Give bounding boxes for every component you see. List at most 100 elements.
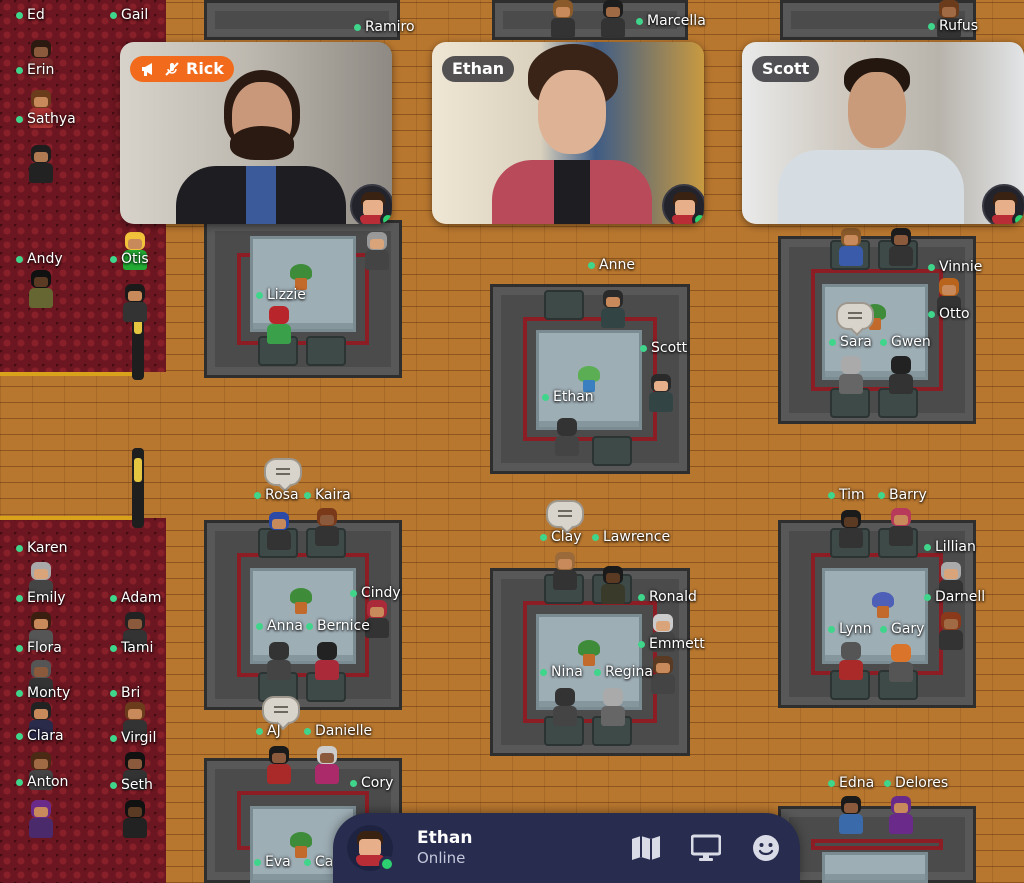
player-name-tag[interactable]: Tim xyxy=(828,487,865,503)
player-name-tag[interactable]: Cory xyxy=(350,775,393,791)
self-avatar[interactable] xyxy=(347,825,395,872)
avatar[interactable] xyxy=(886,356,916,394)
avatar[interactable] xyxy=(264,512,294,550)
video-person xyxy=(492,42,652,224)
player-name-tag[interactable]: Lawrence xyxy=(592,529,670,545)
player-name-tag[interactable]: Sathya xyxy=(16,111,76,127)
avatar[interactable] xyxy=(312,746,342,784)
player-name-tag[interactable]: Kaira xyxy=(304,487,351,503)
self-info[interactable]: Ethan Online xyxy=(417,828,472,868)
player-name-tag[interactable]: Vinnie xyxy=(928,259,982,275)
player-name-tag[interactable]: Bri xyxy=(110,685,140,701)
player-name-tag[interactable]: Ramiro xyxy=(354,19,415,35)
online-dot xyxy=(928,263,935,271)
player-name-tag[interactable]: Regina xyxy=(594,664,653,680)
player-name-tag[interactable]: Virgil xyxy=(110,730,156,746)
player-name-tag[interactable]: Lillian xyxy=(924,539,976,555)
avatar[interactable] xyxy=(598,290,628,328)
player-name-tag[interactable]: Seth xyxy=(110,777,153,793)
player-name-tag[interactable]: Tami xyxy=(110,640,153,656)
avatar[interactable] xyxy=(312,642,342,680)
map-button[interactable] xyxy=(630,832,662,864)
avatar[interactable] xyxy=(836,796,866,834)
avatar[interactable] xyxy=(886,508,916,546)
avatar[interactable] xyxy=(550,552,580,590)
online-dot xyxy=(354,23,361,31)
online-dot xyxy=(16,644,23,652)
avatar[interactable] xyxy=(598,566,628,604)
player-name-tag[interactable]: Monty xyxy=(16,685,70,701)
emoji-button[interactable] xyxy=(750,832,782,864)
avatar[interactable] xyxy=(120,284,150,322)
avatar[interactable] xyxy=(836,356,866,394)
avatar[interactable] xyxy=(886,796,916,834)
avatar[interactable] xyxy=(362,232,392,270)
player-name-tag[interactable]: Marcella xyxy=(636,13,706,29)
player-name-tag[interactable]: Rufus xyxy=(928,18,978,34)
screen-share-button[interactable] xyxy=(690,832,722,864)
player-name-tag[interactable]: Gary xyxy=(880,621,924,637)
avatar[interactable] xyxy=(836,642,866,680)
avatar[interactable] xyxy=(312,508,342,546)
avatar[interactable] xyxy=(598,688,628,726)
player-name-tag[interactable]: Bernice xyxy=(306,618,370,634)
avatar[interactable] xyxy=(548,0,578,38)
video-tile-rick[interactable]: Rick xyxy=(120,42,392,224)
player-name-tag[interactable]: Anne xyxy=(588,257,635,273)
player-name-tag[interactable]: Scott xyxy=(640,340,687,356)
player-name-tag[interactable]: Eva xyxy=(254,854,291,870)
player-name-tag[interactable]: Ed xyxy=(16,7,45,23)
avatar[interactable] xyxy=(886,644,916,682)
avatar[interactable] xyxy=(550,688,580,726)
video-tile-scott[interactable]: Scott xyxy=(742,42,1024,224)
avatar[interactable] xyxy=(836,510,866,548)
avatar[interactable] xyxy=(836,228,866,266)
player-name-tag[interactable]: Cindy xyxy=(350,585,401,601)
avatar[interactable] xyxy=(264,746,294,784)
player-name-tag[interactable]: Danielle xyxy=(304,723,372,739)
player-name-tag[interactable]: Rosa xyxy=(254,487,299,503)
player-name-tag[interactable]: Lynn xyxy=(828,621,872,637)
player-name-tag[interactable]: Adam xyxy=(110,590,161,606)
player-name-tag[interactable]: Sara xyxy=(829,334,872,350)
player-name-tag[interactable]: Darnell xyxy=(924,589,985,605)
player-name-tag[interactable]: Andy xyxy=(16,251,63,267)
player-name-tag[interactable]: Barry xyxy=(878,487,927,503)
player-name-tag[interactable]: Edna xyxy=(828,775,874,791)
avatar[interactable] xyxy=(936,612,966,650)
avatar[interactable] xyxy=(598,0,628,38)
online-dot xyxy=(542,393,549,401)
player-name-tag[interactable]: Flora xyxy=(16,640,62,656)
player-name-tag[interactable]: Nina xyxy=(540,664,583,680)
player-name-tag[interactable]: Erin xyxy=(16,62,54,78)
avatar[interactable] xyxy=(552,418,582,456)
self-name: Ethan xyxy=(417,828,473,848)
player-name-tag[interactable]: Emily xyxy=(16,590,66,606)
player-name-tag[interactable]: Otto xyxy=(928,306,970,322)
avatar[interactable] xyxy=(264,642,294,680)
player-name-tag[interactable]: Ronald xyxy=(638,589,697,605)
video-tile-ethan[interactable]: Ethan xyxy=(432,42,704,224)
player-name-tag[interactable]: Clara xyxy=(16,728,64,744)
player-name-tag[interactable]: Gail xyxy=(110,7,148,23)
avatar[interactable] xyxy=(120,800,150,838)
player-name-tag[interactable]: Otis xyxy=(110,251,149,267)
avatar[interactable] xyxy=(264,306,294,344)
player-name-tag[interactable]: Gwen xyxy=(880,334,931,350)
avatar[interactable] xyxy=(26,270,56,308)
player-name-tag[interactable]: Anna xyxy=(256,618,303,634)
player-name-tag[interactable]: Emmett xyxy=(638,636,705,652)
player-name-tag[interactable]: Delores xyxy=(884,775,948,791)
player-name-tag[interactable]: Lizzie xyxy=(256,287,306,303)
avatar[interactable] xyxy=(26,800,56,838)
player-name-tag[interactable]: Anton xyxy=(16,774,68,790)
player-name-tag[interactable]: Ethan xyxy=(542,389,594,405)
player-name-tag[interactable]: Karen xyxy=(16,540,67,556)
avatar[interactable] xyxy=(646,374,676,412)
player-name-tag[interactable]: Ca xyxy=(304,854,333,870)
online-status-dot xyxy=(1012,212,1024,224)
player-name-tag[interactable]: AJ xyxy=(256,723,281,739)
player-name-tag[interactable]: Clay xyxy=(540,529,582,545)
avatar[interactable] xyxy=(886,228,916,266)
avatar[interactable] xyxy=(26,145,56,183)
